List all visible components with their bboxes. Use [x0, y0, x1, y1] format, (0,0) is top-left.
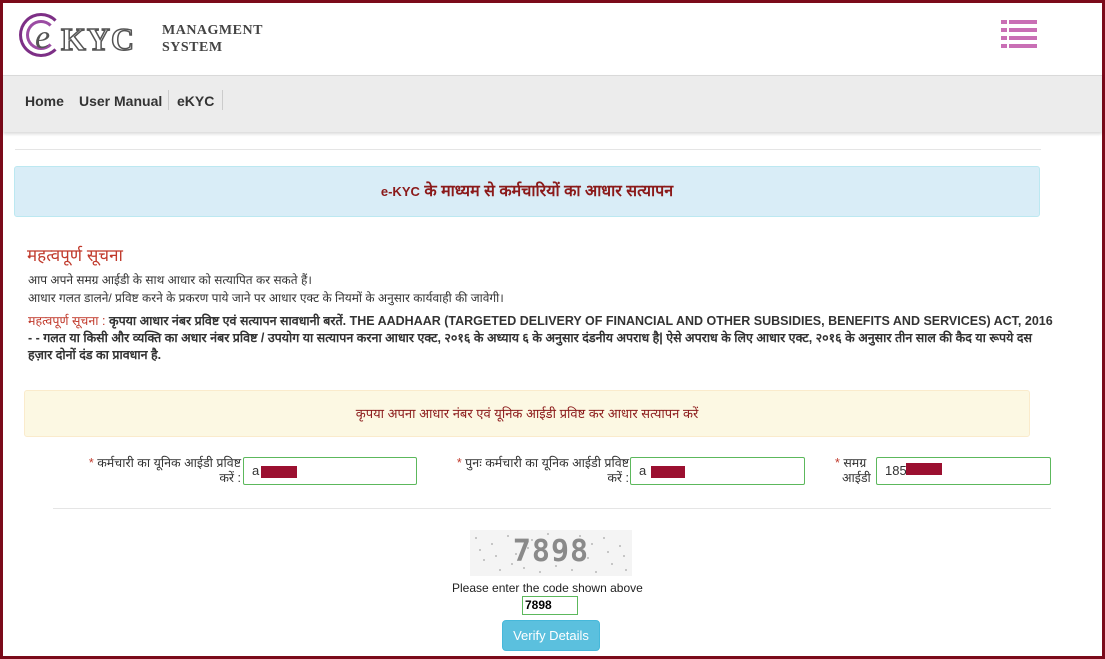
- main-navbar: Home User Manual eKYC: [3, 75, 1102, 132]
- notice-line-1: आप अपने समग्र आईडी के साथ आधार को सत्याप…: [28, 273, 312, 287]
- nav-ekyc[interactable]: eKYC: [177, 93, 214, 109]
- captcha-image: 7898: [470, 530, 632, 576]
- nav-home[interactable]: Home: [25, 93, 64, 109]
- notice-paragraph: महत्वपूर्ण सूचना : कृपया आधार नंबर प्रवि…: [28, 313, 1058, 364]
- page-title-banner: e-KYC के माध्यम से कर्मचारियों का आधार स…: [14, 166, 1040, 217]
- banner-text: के माध्यम से कर्मचारियों का आधार सत्यापन: [419, 183, 674, 200]
- nav-divider: [168, 90, 169, 110]
- logo-e: e: [35, 19, 51, 56]
- redaction-mark: [261, 466, 297, 478]
- divider: [53, 508, 1051, 509]
- samagra-id-label: * समग्र आईडी: [835, 456, 871, 485]
- notice-paragraph-text: कृपया आधार नंबर प्रविष्ट एवं सत्यापन साव…: [28, 314, 1053, 362]
- logo-kyc: KYC: [60, 21, 136, 57]
- redaction-mark: [651, 466, 685, 478]
- redaction-mark: [906, 463, 942, 475]
- captcha-code: 7898: [512, 534, 590, 569]
- captcha-input[interactable]: 7898: [522, 596, 578, 615]
- logo-text-managment: MANAGMENT: [162, 23, 263, 38]
- confirm-employee-id-label: * पुनः कर्मचारी का यूनिक आईडी प्रविष्ट क…: [456, 456, 629, 485]
- notice-line-2: आधार गलत डालने/ प्रविष्ट करने के प्रकरण …: [28, 291, 504, 305]
- employee-id-label: * कर्मचारी का यूनिक आईडी प्रविष्ट करें :: [88, 456, 241, 485]
- banner-prefix: e-KYC: [380, 184, 420, 199]
- notice-title: महत्वपूर्ण सूचना: [27, 246, 123, 265]
- instruction-alert: कृपया अपना आधार नंबर एवं यूनिक आईडी प्रव…: [24, 390, 1030, 437]
- ekyc-logo[interactable]: e KYC MANAGMENT SYSTEM: [17, 11, 267, 63]
- header: e KYC MANAGMENT SYSTEM: [3, 3, 1102, 75]
- nav-user-manual[interactable]: User Manual: [79, 93, 162, 109]
- nav-divider: [222, 90, 223, 110]
- logo-text-system: SYSTEM: [162, 40, 223, 55]
- notice-paragraph-label: महत्वपूर्ण सूचना :: [28, 314, 109, 328]
- divider: [15, 149, 1041, 150]
- verify-details-button[interactable]: Verify Details: [502, 620, 600, 651]
- hamburger-menu-icon[interactable]: [1001, 20, 1037, 48]
- samagra-id-input[interactable]: 185: [876, 457, 1051, 485]
- captcha-label: Please enter the code shown above: [452, 581, 643, 595]
